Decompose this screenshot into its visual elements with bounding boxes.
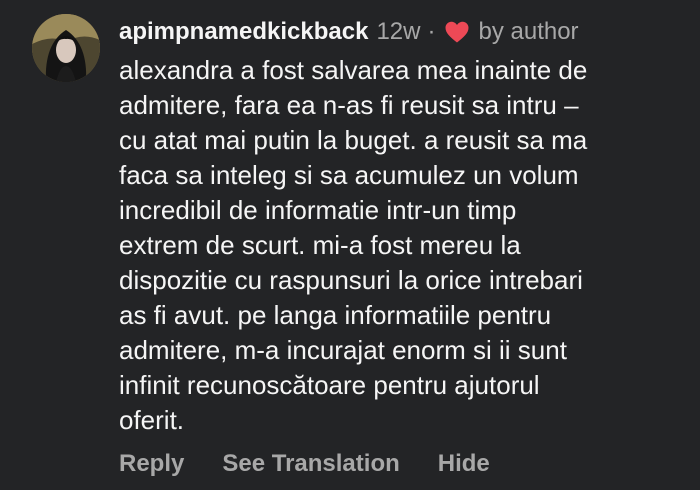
hide-button[interactable]: Hide — [438, 450, 490, 478]
comment-body-line: alexandra a fost salvarea mea inainte de — [119, 55, 588, 85]
comment-body-line: admitere, m-a incurajat enorm si ii sunt — [119, 335, 567, 365]
comment-body-line: dispozitie cu raspunsuri la orice intreb… — [119, 265, 583, 295]
comment-header: apimpnamedkickback 12w · by author — [119, 15, 579, 49]
reply-button[interactable]: Reply — [119, 450, 184, 478]
comment-body-line: incredibil de informatie intr-un timp — [119, 195, 517, 225]
liked-by-author-label: by author — [478, 18, 579, 45]
comment: apimpnamedkickback 12w · by author alexa… — [0, 0, 700, 490]
comment-body-line: infinit recunoscătoare pentru ajutorul — [119, 370, 540, 400]
comment-body: alexandra a fost salvarea mea inainte de… — [119, 53, 694, 438]
comment-body-line: cu atat mai putin la buget. a reusit sa … — [119, 125, 588, 155]
comment-body-line: oferit. — [119, 405, 185, 435]
comment-body-line: faca sa inteleg si sa acumulez un volum — [119, 160, 579, 190]
comment-body-line: as fi avut. pe langa informatiile pentru — [119, 300, 552, 330]
username[interactable]: apimpnamedkickback — [119, 18, 368, 46]
avatar[interactable] — [32, 14, 100, 82]
comment-body-line: admitere, fara ea n-as fi reusit sa intr… — [119, 90, 579, 120]
see-translation-button[interactable]: See Translation — [222, 450, 399, 478]
timestamp: 12w — [376, 18, 421, 45]
separator-dot: · — [427, 18, 436, 45]
comment-actions: Reply See Translation Hide — [119, 450, 490, 478]
avatar-image — [32, 14, 100, 82]
comment-body-line: extrem de scurt. mi-a fost mereu la — [119, 230, 521, 260]
heart-icon — [444, 20, 470, 44]
